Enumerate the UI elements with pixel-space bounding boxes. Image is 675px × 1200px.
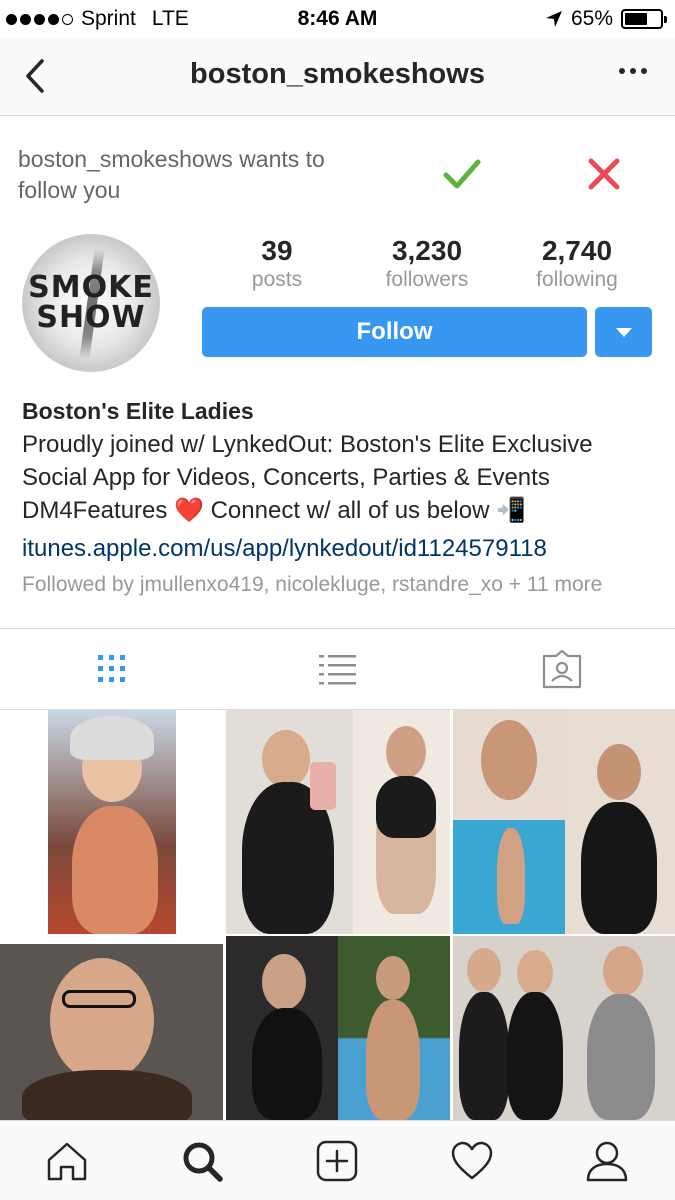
photo-thumbnail[interactable] [226,936,450,1120]
battery-percent: 65% [570,7,613,30]
bio-text: Proudly joined w/ LynkedOut: Boston's El… [22,428,662,527]
bio-line-1: Proudly joined w/ LynkedOut: Boston's El… [22,431,593,458]
avatar-logo-line1: SMOKE [28,270,154,305]
bottom-tab-bar [0,1120,675,1200]
tagged-photos-icon[interactable] [540,649,584,689]
checkmark-icon[interactable] [440,154,484,194]
avatar-logo: SMOKE SHOW [23,273,159,333]
following-stat[interactable]: 2,740 following [502,234,652,292]
followers-label: followers [385,268,469,291]
following-count: 2,740 [541,235,613,266]
profile-display-name: Boston's Elite Ladies [22,398,254,424]
close-icon[interactable] [586,156,622,192]
profile-view-tabs [0,628,675,710]
status-right: 65% [545,7,667,31]
followers-count: 3,230 [391,235,463,266]
bio-website-link[interactable]: itunes.apple.com/us/app/lynkedout/id1124… [22,532,662,565]
posts-count: 39 [261,235,293,266]
location-arrow-icon [545,11,562,27]
chevron-down-icon [615,327,632,337]
status-bar: Sprint LTE 8:46 AM 65% [0,0,675,38]
photo-thumbnail[interactable] [453,936,675,1120]
profile-icon[interactable] [585,1139,629,1183]
more-horizontal-icon[interactable] [619,68,647,74]
posts-stat[interactable]: 39 posts [202,234,352,292]
suggested-dropdown-button[interactable] [595,307,652,357]
posts-label: posts [251,268,303,291]
avatar[interactable]: SMOKE SHOW [22,234,160,372]
photo-thumbnail[interactable] [0,944,223,1120]
followers-stat[interactable]: 3,230 followers [352,234,502,292]
photo-grid [0,710,675,1120]
profile-stats: 39 posts 3,230 followers 2,740 following [202,234,652,292]
bio-line-2: Social App for Videos, Concerts, Parties… [22,464,550,491]
home-icon[interactable] [45,1139,89,1183]
followed-by-text[interactable]: Followed by jmullenxo419, nicolekluge, r… [22,571,662,599]
follow-request-text: boston_smokeshows wants to follow you [18,146,325,203]
bio-line-3: DM4Features ❤️ Connect w/ all of us belo… [22,497,526,524]
list-icon[interactable] [316,649,360,689]
follow-button[interactable]: Follow [202,307,587,357]
avatar-logo-line2: SHOW [36,300,146,335]
battery-icon [621,9,667,29]
profile-bio: Boston's Elite Ladies Proudly joined w/ … [22,396,662,599]
photo-thumbnail[interactable] [226,710,450,934]
navigation-bar: boston_smokeshows [0,38,675,116]
add-post-icon[interactable] [315,1139,359,1183]
photo-thumbnail[interactable] [453,710,675,934]
following-label: following [536,268,618,291]
grid-icon[interactable] [90,649,134,689]
heart-icon[interactable] [450,1139,494,1183]
page-title: boston_smokeshows [190,58,485,90]
photo-thumbnail[interactable] [0,710,223,934]
search-icon[interactable] [180,1139,224,1183]
